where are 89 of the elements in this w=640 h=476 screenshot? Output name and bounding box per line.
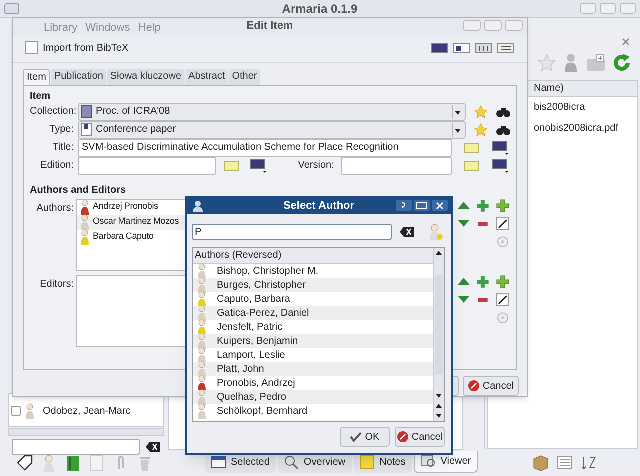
window-title: Edit Item <box>246 19 294 34</box>
field-label: Authors: <box>36 202 74 216</box>
page-icon[interactable] <box>88 454 106 472</box>
author-name[interactable]: Pronobis, Andrzej <box>217 376 296 390</box>
color-icon[interactable] <box>492 140 510 155</box>
layout-icon[interactable] <box>431 42 449 55</box>
text-field[interactable] <box>341 156 452 175</box>
cancel-icon <box>468 380 480 392</box>
dropdown[interactable]: Proc. of ICRA'08 <box>78 102 466 121</box>
window-title: Armaria 0.1.9 <box>282 0 358 18</box>
star-icon[interactable] <box>474 122 488 137</box>
tab[interactable]: Słowa kluczowe <box>107 68 185 85</box>
author-name[interactable]: Oscar Martinez Mozos <box>93 215 180 229</box>
minimize-button[interactable] <box>463 20 481 31</box>
text-field[interactable] <box>78 156 216 175</box>
scrollbar[interactable] <box>433 248 444 421</box>
cancel-button[interactable]: Cancel <box>395 427 445 447</box>
author-name[interactable]: Schölkopf, Bernhard <box>217 404 308 418</box>
rows-icon[interactable] <box>497 42 515 55</box>
add-person-icon[interactable] <box>428 223 444 241</box>
dropdown[interactable]: Conference paper <box>78 120 466 139</box>
document-icon <box>25 41 39 56</box>
author-name[interactable]: Lamport, Leslie <box>217 348 286 362</box>
help-button[interactable] <box>396 200 412 211</box>
author-name[interactable]: Barbara Caputo <box>93 230 154 244</box>
edit-icon[interactable] <box>496 216 510 231</box>
person-icon <box>191 200 205 212</box>
field-label: Editors: <box>39 278 74 292</box>
list-icon[interactable] <box>556 454 574 472</box>
tab[interactable]: Item <box>23 68 50 85</box>
columns-icon[interactable] <box>475 42 493 55</box>
clear-icon[interactable] <box>400 227 414 237</box>
note-icon[interactable] <box>224 160 240 172</box>
field-label: Type: <box>48 123 74 138</box>
author-name[interactable]: Caputo, Barbara <box>217 292 290 306</box>
author-name[interactable]: Bishop, Christopher M. <box>217 264 319 278</box>
checkbox[interactable] <box>11 406 21 416</box>
page-icon <box>81 122 93 137</box>
field-label: Title: <box>52 141 74 156</box>
tab[interactable]: Abstract <box>186 68 228 85</box>
color-icon[interactable] <box>492 158 510 173</box>
star-icon[interactable] <box>538 54 556 72</box>
minimize-button[interactable] <box>580 3 596 14</box>
app-icon <box>4 3 20 15</box>
section-title: Item <box>30 90 52 103</box>
tab[interactable]: Publication <box>51 68 106 85</box>
cancel-button[interactable]: Cancel <box>462 376 519 396</box>
maximize-button[interactable] <box>414 200 430 211</box>
author-name[interactable]: Odobez, Jean-Marc <box>43 404 131 418</box>
note-icon[interactable] <box>464 142 480 154</box>
refresh-icon[interactable] <box>612 53 632 73</box>
close-icon[interactable] <box>622 38 630 46</box>
book-icon[interactable] <box>64 454 82 472</box>
scrollbar[interactable] <box>8 428 164 436</box>
import-button[interactable]: Import from BibTeX <box>25 40 129 56</box>
cancel-icon <box>396 431 409 443</box>
window-icon <box>211 454 227 470</box>
field-label: Collection: <box>30 105 74 120</box>
star-icon[interactable] <box>474 104 488 119</box>
panel-icon[interactable] <box>453 42 471 55</box>
author-name[interactable]: Jensfelt, Patric <box>217 320 283 334</box>
note-icon <box>360 454 376 470</box>
book-icon <box>81 104 93 119</box>
note-icon[interactable] <box>464 160 480 172</box>
person-icon[interactable] <box>562 53 580 73</box>
magnifier-icon <box>284 454 300 470</box>
field-label: Edition: <box>40 159 74 174</box>
close-button[interactable] <box>432 200 448 211</box>
column-header[interactable]: Authors (Reversed) <box>193 248 433 264</box>
box-icon[interactable] <box>532 454 550 472</box>
text-field[interactable]: SVM-based Discriminative Accumulation Scheme for Place Recognition <box>78 138 452 157</box>
caret-icon <box>452 104 463 119</box>
plus-icon[interactable] <box>476 274 490 289</box>
check-icon <box>350 432 362 442</box>
window-title: Select Author <box>283 198 355 214</box>
scrollbar-thumb[interactable] <box>435 274 443 374</box>
sort-icon[interactable] <box>580 454 598 472</box>
plus-icon[interactable] <box>476 198 490 213</box>
ok-button[interactable]: OK <box>340 427 390 447</box>
add-folder-icon[interactable] <box>586 54 606 72</box>
field-label: Version: <box>298 159 334 174</box>
caret-icon <box>452 122 463 137</box>
search-field[interactable]: P <box>192 224 392 240</box>
color-icon[interactable] <box>250 158 268 173</box>
tab[interactable]: Other <box>229 68 260 85</box>
clear-icon[interactable] <box>146 442 160 452</box>
section-title: Authors and Editors <box>30 184 128 197</box>
author-name[interactable]: Andrzej Pronobis <box>93 200 158 214</box>
edit-icon[interactable] <box>496 292 510 307</box>
